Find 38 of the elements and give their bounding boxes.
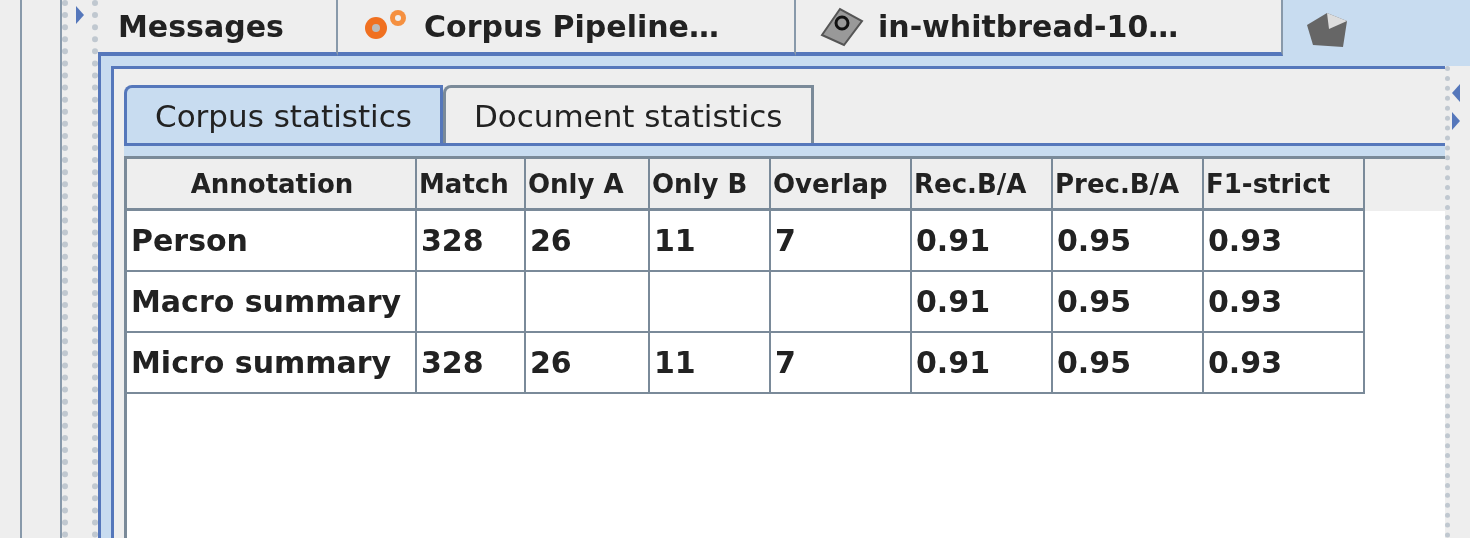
table-cell: 328 (417, 333, 526, 394)
table-cell: 0.95 (1053, 333, 1204, 394)
document-tab[interactable]: Messages (98, 0, 338, 56)
expand-arrow-icon[interactable] (74, 4, 86, 26)
column-header[interactable]: Rec.B/A (912, 159, 1053, 211)
table-cell: 7 (771, 333, 912, 394)
table-cell: 0.91 (912, 211, 1053, 272)
column-header[interactable]: Prec.B/A (1053, 159, 1204, 211)
collapse-arrow-icon[interactable] (1450, 82, 1462, 104)
table-cell: 0.93 (1204, 272, 1365, 333)
column-header[interactable]: Annotation (127, 159, 417, 211)
expand-arrow-icon[interactable] (1450, 110, 1462, 132)
table-cell: Macro summary (127, 272, 417, 333)
document-tab[interactable]: in-whitbread-10… (796, 0, 1283, 56)
table-cell: 0.93 (1204, 211, 1365, 272)
statistics-tab[interactable]: Corpus statistics (124, 85, 443, 143)
column-header[interactable]: Only B (650, 159, 771, 211)
table-cell: 11 (650, 211, 771, 272)
table-cell: 0.95 (1053, 272, 1204, 333)
table-cell: 0.91 (912, 272, 1053, 333)
column-header[interactable]: F1-strict (1204, 159, 1365, 211)
table-cell: 0.91 (912, 333, 1053, 394)
table-cell: 7 (771, 211, 912, 272)
document-tab[interactable]: Corpus Pipeline… (338, 0, 796, 56)
document-tab[interactable] (1283, 0, 1470, 56)
table-cell: 0.95 (1053, 211, 1204, 272)
table-cell: 26 (526, 211, 650, 272)
table-cell: 11 (650, 333, 771, 394)
table-cell: Person (127, 211, 417, 272)
column-header[interactable]: Only A (526, 159, 650, 211)
statistics-tab[interactable]: Document statistics (442, 85, 814, 143)
table-cell: Micro summary (127, 333, 417, 394)
table-cell: 328 (417, 211, 526, 272)
splitter-handle[interactable] (1445, 66, 1470, 538)
table-cell: 26 (526, 333, 650, 394)
column-header[interactable]: Match (417, 159, 526, 211)
table-cell: 0.93 (1204, 333, 1365, 394)
column-header[interactable]: Overlap (771, 159, 912, 211)
